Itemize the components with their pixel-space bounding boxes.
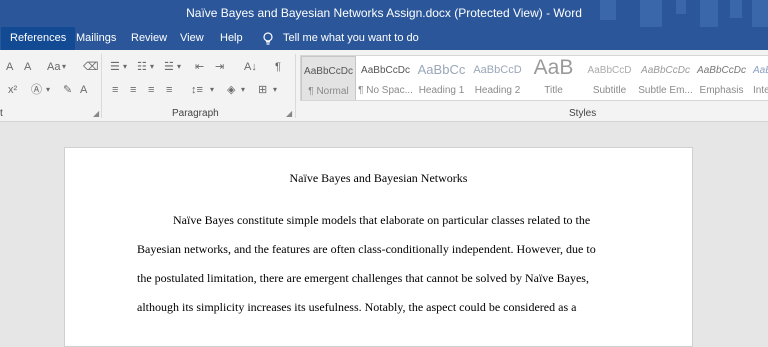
grow-font-icon[interactable]: A [6, 60, 13, 74]
font-group-label: t [0, 108, 3, 119]
bullets-icon[interactable]: ☰ [110, 60, 120, 74]
style-name: Emphasis [699, 85, 744, 96]
align-left-icon[interactable]: ≡ [112, 83, 118, 97]
decrease-indent-icon[interactable]: ⇤ [195, 60, 204, 74]
chevron-down-icon[interactable]: ▾ [150, 60, 154, 74]
change-case-icon[interactable]: Aa [47, 60, 60, 74]
highlight-icon[interactable]: ✎ [63, 83, 72, 97]
pilcrow-icon[interactable]: ¶ [275, 60, 281, 74]
tab-mailings[interactable]: Mailings [67, 27, 125, 50]
document-body: Naïve Bayes constitute simple models tha… [137, 206, 617, 322]
lightbulb-icon [263, 32, 273, 45]
style-name: Title [544, 85, 563, 96]
tab-view[interactable]: View [171, 27, 213, 50]
line-spacing-icon[interactable]: ↕≡ [191, 83, 203, 97]
ribbon: A A Aa ▾ ⌫ x² Ⓐ ▾ ✎ A t ◢ ☰ ▾ ☷ ▾ ☱ ▾ ⇤ … [0, 50, 768, 122]
chevron-down-icon[interactable]: ▾ [62, 60, 66, 74]
sort-icon[interactable]: A↓ [244, 60, 257, 74]
style-preview: AaBbCcDc [304, 66, 353, 77]
chevron-down-icon[interactable]: ▾ [123, 60, 127, 74]
paragraph-line: Naïve Bayes constitute simple models tha… [173, 213, 591, 227]
paragraph-group-label: Paragraph [172, 108, 219, 119]
align-right-icon[interactable]: ≡ [148, 83, 154, 97]
style-normal[interactable]: AaBbCcDc ¶ Normal [301, 56, 356, 100]
style-no-spacing[interactable]: AaBbCcDc ¶ No Spac... [358, 56, 413, 100]
title-bar: Naïve Bayes and Bayesian Networks Assign… [0, 0, 768, 27]
style-heading-2[interactable]: AaBbCcD Heading 2 [470, 56, 525, 100]
window-title: Naïve Bayes and Bayesian Networks Assign… [186, 6, 582, 20]
borders-icon[interactable]: ⊞ [258, 83, 267, 97]
document-page[interactable]: Naïve Bayes and Bayesian Networks Naïve … [64, 147, 693, 347]
style-title[interactable]: AaB Title [526, 56, 581, 100]
chevron-down-icon[interactable]: ▾ [241, 83, 245, 97]
clear-formatting-icon[interactable]: ⌫ [83, 60, 99, 74]
document-title: Naïve Bayes and Bayesian Networks [289, 171, 468, 185]
style-preview: AaBbCcD [587, 65, 632, 76]
tab-review[interactable]: Review [122, 27, 176, 50]
multilevel-list-icon[interactable]: ☱ [164, 60, 174, 74]
styles-gallery: AaBbCcDc ¶ Normal AaBbCcDc ¶ No Spac... … [300, 55, 768, 101]
style-name: Heading 1 [418, 85, 465, 96]
style-name: ¶ No Spac... [358, 85, 413, 96]
paragraph-line: although its simplicity increases its us… [137, 300, 577, 314]
document-canvas: Naïve Bayes and Bayesian Networks Naïve … [0, 122, 768, 347]
chevron-down-icon[interactable]: ▾ [177, 60, 181, 74]
numbering-icon[interactable]: ☷ [137, 60, 147, 74]
style-preview: AaBbCcDc [361, 65, 410, 76]
style-subtle-emphasis[interactable]: AaBbCcDc Subtle Em... [638, 56, 693, 100]
style-intense-emphasis[interactable]: AaBbCcDc Inte [750, 56, 768, 100]
justify-icon[interactable]: ≡ [166, 83, 172, 97]
paragraph-dialog-launcher-icon[interactable]: ◢ [286, 109, 292, 118]
chevron-down-icon[interactable]: ▾ [46, 83, 50, 97]
increase-indent-icon[interactable]: ⇥ [215, 60, 224, 74]
style-preview: AaBbCc [417, 62, 466, 77]
tell-me-label: Tell me what you want to do [283, 32, 419, 44]
style-preview: AaBbCcDc [641, 65, 690, 76]
style-name: Heading 2 [474, 85, 521, 96]
group-separator [101, 54, 102, 118]
shading-icon[interactable]: ◈ [227, 83, 235, 97]
chevron-down-icon[interactable]: ▾ [273, 83, 277, 97]
group-separator [295, 54, 296, 118]
style-preview: AaBbCcDc [753, 65, 768, 76]
style-preview: AaBbCcDc [697, 65, 746, 76]
ribbon-tabs: References Mailings Review View Help Tel… [0, 27, 768, 50]
font-dialog-launcher-icon[interactable]: ◢ [93, 109, 99, 118]
style-name: Subtitle [592, 85, 627, 96]
tab-references[interactable]: References [1, 27, 76, 50]
chevron-down-icon[interactable]: ▾ [210, 83, 214, 97]
styles-group-label: Styles [569, 108, 597, 119]
shrink-font-icon[interactable]: A [24, 60, 31, 74]
tab-help[interactable]: Help [211, 27, 252, 50]
style-preview: AaB [533, 56, 574, 79]
paragraph-line: the postulated limitation, there are eme… [137, 271, 589, 285]
style-heading-1[interactable]: AaBbCc Heading 1 [414, 56, 469, 100]
style-name: ¶ Normal [308, 86, 349, 97]
style-subtitle[interactable]: AaBbCcD Subtitle [582, 56, 637, 100]
superscript-icon[interactable]: x² [8, 83, 17, 97]
text-effects-icon[interactable]: Ⓐ [31, 83, 42, 97]
paragraph-line: Bayesian networks, and the features are … [137, 242, 596, 256]
font-color-icon[interactable]: A [80, 83, 87, 97]
style-name: Inte [753, 85, 768, 96]
style-emphasis[interactable]: AaBbCcDc Emphasis [694, 56, 749, 100]
align-center-icon[interactable]: ≡ [130, 83, 136, 97]
style-name: Subtle Em... [638, 85, 693, 96]
style-preview: AaBbCcD [473, 64, 522, 76]
